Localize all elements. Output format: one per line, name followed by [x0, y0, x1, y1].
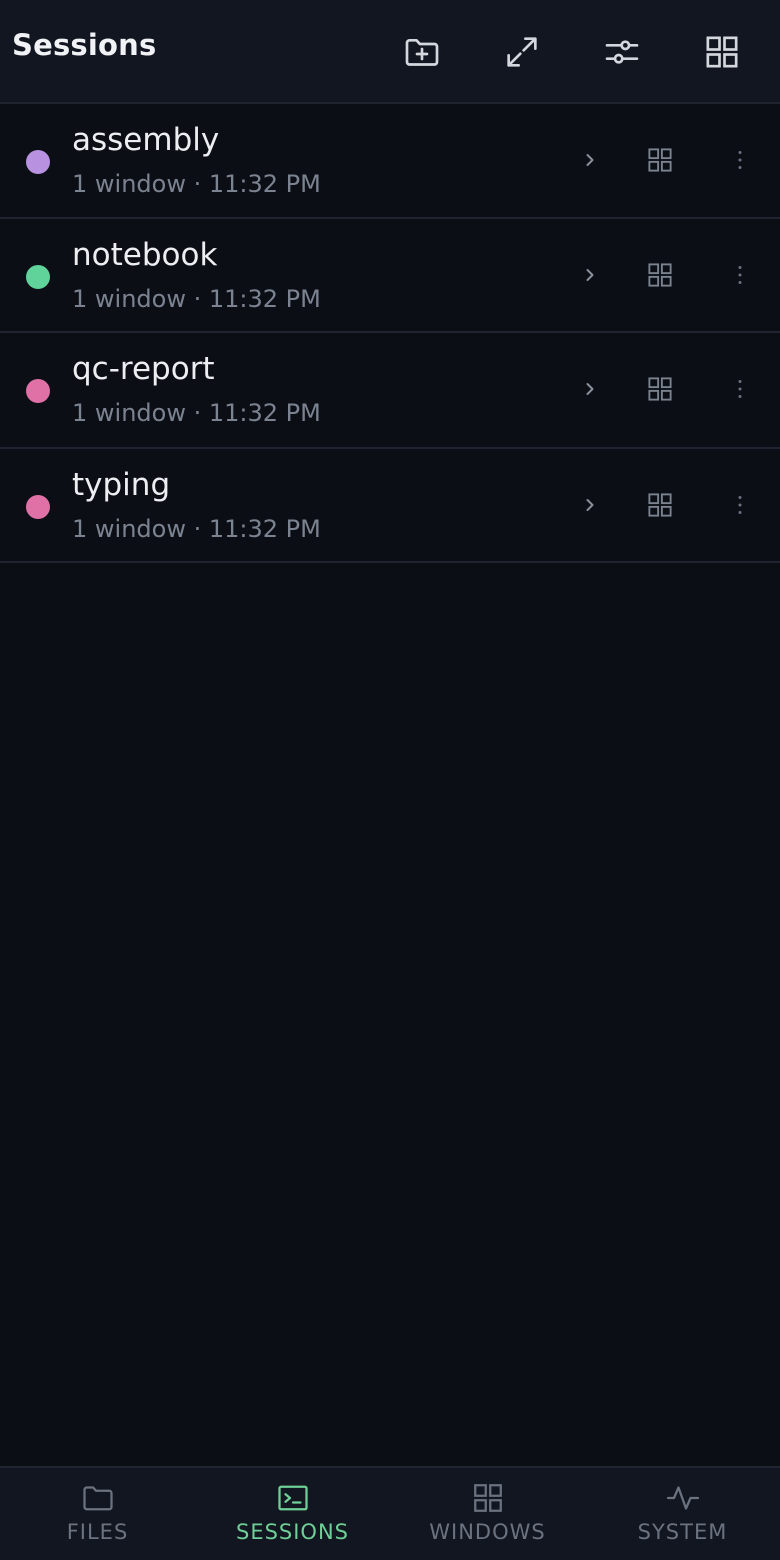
folder-plus-icon [405, 39, 439, 66]
session-name: notebook [72, 237, 218, 273]
session-menu-button[interactable] [718, 138, 762, 182]
terminal-icon [275, 1480, 311, 1516]
nav-label: SYSTEM [637, 1520, 728, 1544]
open-session-button[interactable] [568, 138, 612, 182]
session-name: qc-report [72, 351, 215, 387]
chevron-right-icon [586, 154, 594, 166]
grid-icon [648, 148, 672, 172]
session-name: typing [72, 467, 171, 503]
nav-sessions[interactable]: SESSIONS [195, 1468, 390, 1560]
grid-icon [706, 36, 738, 68]
sliders-icon [605, 40, 639, 64]
session-row[interactable]: qc-report 1 window · 11:32 PM [0, 333, 780, 449]
more-vertical-icon [738, 151, 742, 169]
chevron-right-icon [586, 499, 594, 511]
nav-label: FILES [66, 1520, 129, 1544]
filters-button[interactable] [600, 30, 644, 74]
new-session-button[interactable] [400, 30, 444, 74]
session-windows-button[interactable] [638, 253, 682, 297]
chevron-right-icon [586, 383, 594, 395]
more-vertical-icon [738, 266, 742, 284]
nav-files[interactable]: FILES [0, 1468, 195, 1560]
expand-button[interactable] [500, 30, 544, 74]
expand-icon [507, 37, 537, 67]
grid-view-button[interactable] [700, 30, 744, 74]
session-status-dot [26, 265, 50, 289]
grid-icon [648, 263, 672, 287]
session-menu-button[interactable] [718, 483, 762, 527]
nav-windows[interactable]: WINDOWS [390, 1468, 585, 1560]
session-row[interactable]: assembly 1 window · 11:32 PM [0, 104, 780, 219]
windows-grid-icon [470, 1480, 506, 1516]
session-status-dot [26, 495, 50, 519]
session-meta: 1 window · 11:32 PM [72, 515, 321, 543]
session-windows-button[interactable] [638, 138, 682, 182]
page-title: Sessions [12, 28, 157, 62]
open-session-button[interactable] [568, 253, 612, 297]
session-meta: 1 window · 11:32 PM [72, 170, 321, 198]
nav-label: WINDOWS [429, 1520, 546, 1544]
session-row[interactable]: notebook 1 window · 11:32 PM [0, 219, 780, 333]
chevron-right-icon [586, 269, 594, 281]
session-list: assembly 1 window · 11:32 PM notebook 1 … [0, 104, 780, 563]
session-row[interactable]: typing 1 window · 11:32 PM [0, 449, 780, 563]
top-bar: Sessions [0, 0, 780, 104]
grid-icon [648, 493, 672, 517]
session-windows-button[interactable] [638, 367, 682, 411]
activity-icon [665, 1480, 701, 1516]
folder-icon [80, 1480, 116, 1516]
session-menu-button[interactable] [718, 367, 762, 411]
session-menu-button[interactable] [718, 253, 762, 297]
nav-system[interactable]: SYSTEM [585, 1468, 780, 1560]
open-session-button[interactable] [568, 483, 612, 527]
nav-label: SESSIONS [235, 1520, 350, 1544]
session-name: assembly [72, 122, 220, 158]
session-meta: 1 window · 11:32 PM [72, 285, 321, 313]
more-vertical-icon [738, 496, 742, 514]
session-status-dot [26, 150, 50, 174]
bottom-nav: FILES SESSIONS WINDOWS SYSTEM [0, 1466, 780, 1560]
more-vertical-icon [738, 380, 742, 398]
grid-icon [648, 377, 672, 401]
session-windows-button[interactable] [638, 483, 682, 527]
session-meta: 1 window · 11:32 PM [72, 399, 321, 427]
session-status-dot [26, 379, 50, 403]
open-session-button[interactable] [568, 367, 612, 411]
app-root: Sessions assembly 1 window · 11:32 PM no… [0, 0, 780, 1560]
